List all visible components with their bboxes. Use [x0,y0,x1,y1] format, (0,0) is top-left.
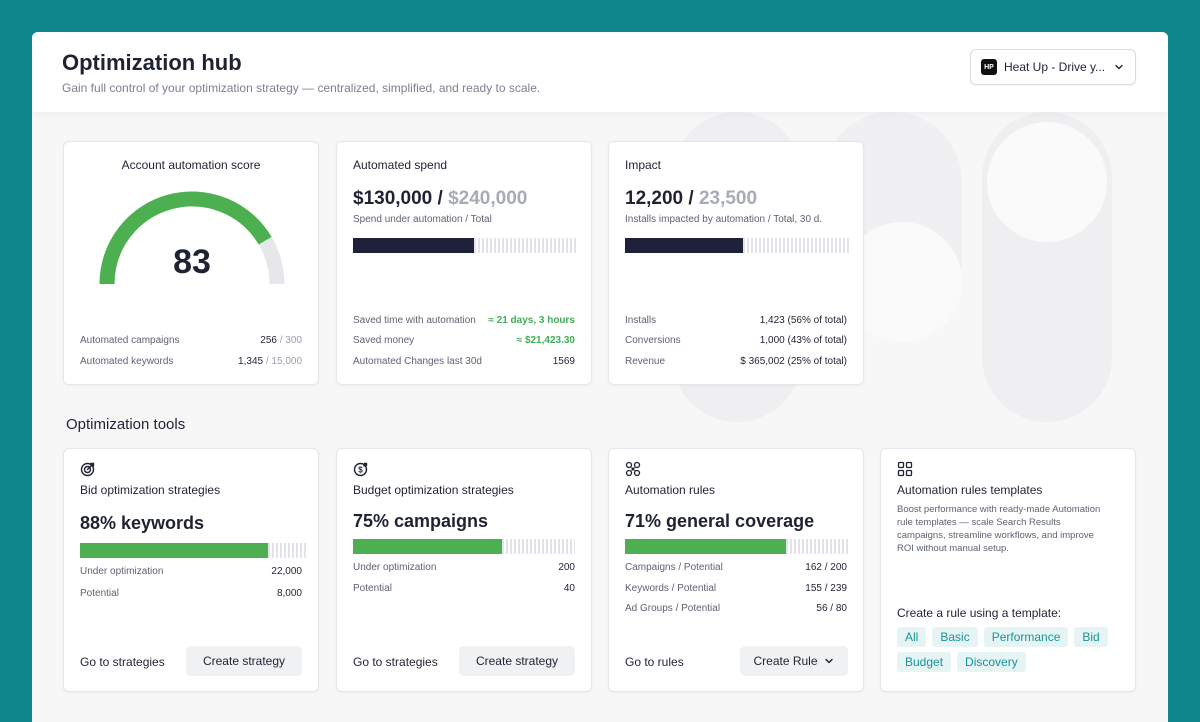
go-to-rules-link[interactable]: Go to rules [625,655,684,669]
go-to-strategies-link[interactable]: Go to strategies [353,655,438,669]
score-row-keywords: Automated keywords 1,345 / 15,000 [80,356,302,367]
budget-row-potential: Potential 40 [353,583,575,594]
impact-row-installs: Installs 1,423 (56% of total) [625,315,847,326]
app-selector-value: Heat Up - Drive y... [1004,60,1106,74]
create-strategy-button[interactable]: Create strategy [459,646,575,676]
budget-progress-bar [353,539,575,554]
create-strategy-button[interactable]: Create strategy [186,646,302,676]
page-subtitle: Gain full control of your optimization s… [62,81,541,95]
go-to-strategies-link[interactable]: Go to strategies [80,655,165,669]
card-title: Impact [625,158,662,172]
automated-spend-card: Automated spend $130,000 / $240,000 Spen… [336,141,592,385]
progress-fill [80,543,268,558]
score-value: 83 [173,243,211,281]
template-tags: All Basic Performance Bid Budget Discove… [897,627,1127,672]
spend-progress-bar [353,238,577,253]
row-total: / 300 [276,335,302,346]
row-total: / 15,000 [263,356,302,367]
score-gauge: 83 [99,191,285,285]
page-title: Optimization hub [62,50,242,75]
tag-budget[interactable]: Budget [897,652,952,672]
chevron-down-icon [1115,64,1123,70]
app-selector[interactable]: HP Heat Up - Drive y... [970,49,1136,85]
row-value: 1,345 [238,356,264,367]
card-title: Bid optimization strategies [80,483,221,497]
bid-row-potential: Potential 8,000 [80,588,302,599]
tag-all[interactable]: All [897,627,927,647]
card-title: Automation rules [625,483,716,497]
progress-fill [353,539,502,554]
impact-caption: Installs impacted by automation / Total,… [625,214,823,225]
page-header: Optimization hub Gain full control of yo… [32,32,1168,112]
rules-row-adgroups: Ad Groups / Potential 56 / 80 [625,603,847,614]
impact-row-conversions: Conversions 1,000 (43% of total) [625,335,847,346]
row-value: 256 [260,335,277,346]
bid-row-under: Under optimization 22,000 [80,566,302,577]
spend-row-money: Saved money ≈ $21,423.30 [353,335,575,346]
budget-optimization-card: $ Budget optimization strategies 75% cam… [336,448,592,692]
spend-value: $130,000 / $240,000 [353,188,528,209]
rules-headline: 71% general coverage [625,511,815,531]
templates-create-label: Create a rule using a template: [897,606,1062,620]
budget-headline: 75% campaigns [353,511,489,531]
tag-bid[interactable]: Bid [1074,627,1108,647]
rules-templates-card: Automation rules templates Boost perform… [880,448,1136,692]
automation-score-card: Account automation score 83 Automated ca… [63,141,319,385]
bid-progress-bar [80,543,306,558]
svg-text:$: $ [358,466,363,475]
progress-fill [353,238,474,253]
bid-optimization-card: Bid optimization strategies 88% keywords… [63,448,319,692]
progress-fill [625,238,743,253]
bid-headline: 88% keywords [80,513,205,533]
card-title: Budget optimization strategies [353,483,514,497]
rules-row-keywords: Keywords / Potential 155 / 239 [625,583,847,594]
impact-progress-bar [625,238,851,253]
progress-fill [625,539,787,554]
grid-icon [897,461,913,477]
create-rule-button[interactable]: Create Rule [740,646,848,676]
tag-discovery[interactable]: Discovery [957,652,1026,672]
budget-target-icon: $ [353,462,368,477]
tag-performance[interactable]: Performance [983,627,1069,647]
impact-row-revenue: Revenue $ 365,002 (25% of total) [625,356,847,367]
row-label: Automated keywords [80,356,174,367]
spend-row-time: Saved time with automation ≈ 21 days, 3 … [353,315,575,326]
rules-progress-bar [625,539,849,554]
rules-row-campaigns: Campaigns / Potential 162 / 200 [625,562,847,573]
score-row-campaigns: Automated campaigns 256 / 300 [80,335,302,346]
tag-basic[interactable]: Basic [932,627,978,647]
spend-caption: Spend under automation / Total [353,214,492,225]
impact-value: 12,200 / 23,500 [625,188,758,209]
rules-icon [625,461,641,477]
spend-row-changes: Automated Changes last 30d 1569 [353,356,575,367]
card-title: Automated spend [353,158,448,172]
optimization-hub-panel: Optimization hub Gain full control of yo… [32,32,1168,722]
row-label: Automated campaigns [80,335,180,346]
automation-rules-card: Automation rules 71% general coverage Ca… [608,448,864,692]
card-title: Account automation score [121,158,261,172]
target-icon [80,462,95,477]
chevron-down-icon [824,658,833,664]
section-title: Optimization tools [66,416,186,433]
budget-row-under: Under optimization 200 [353,562,575,573]
app-logo: HP [981,59,997,75]
impact-card: Impact 12,200 / 23,500 Installs impacted… [608,141,864,385]
card-title: Automation rules templates [897,483,1043,497]
templates-description: Boost performance with ready-made Automa… [897,504,1101,554]
